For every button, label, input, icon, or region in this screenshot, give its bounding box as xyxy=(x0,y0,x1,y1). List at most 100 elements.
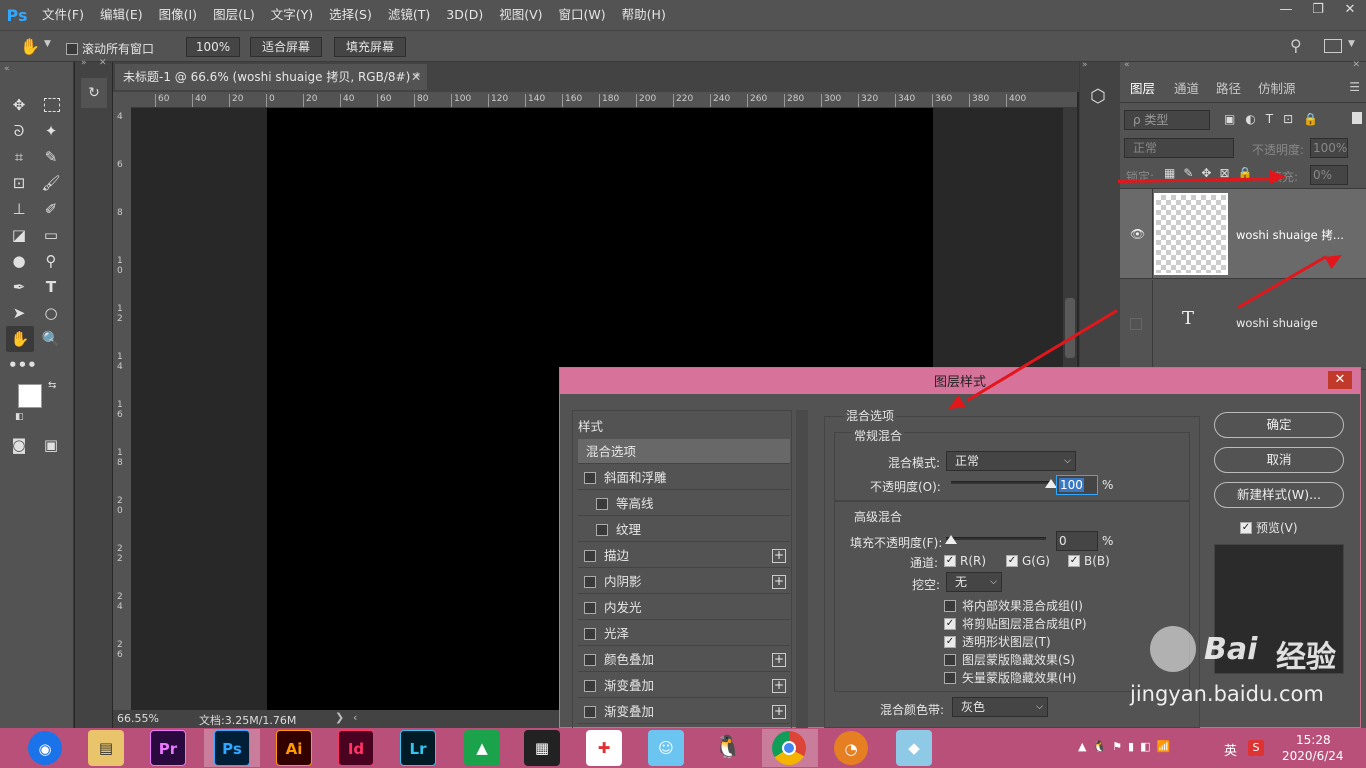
patch-tool-icon[interactable]: ⊡ xyxy=(8,172,30,194)
blend-option-checkbox[interactable]: 图层蒙版隐藏效果(S) xyxy=(944,651,1075,668)
menu-item[interactable]: 文件(F) xyxy=(34,0,92,30)
file-explorer-icon[interactable]: ▤ xyxy=(88,730,124,766)
fill-field[interactable]: 0% xyxy=(1310,165,1348,185)
dialog-close-button[interactable]: ✕ xyxy=(1328,371,1352,389)
workspace-chevron-icon[interactable]: ▼ xyxy=(1348,39,1355,49)
panel-menu-icon[interactable]: ☰ xyxy=(1349,80,1360,94)
menu-item[interactable]: 帮助(H) xyxy=(614,0,674,30)
ellipse-tool-icon[interactable]: ○ xyxy=(40,302,62,324)
blur-icon[interactable]: ● xyxy=(8,250,30,272)
status-arrow-icon[interactable]: ❯ xyxy=(335,711,344,724)
menu-item[interactable]: 滤镜(T) xyxy=(380,0,438,30)
add-effect-icon[interactable]: + xyxy=(772,575,786,589)
checkbox-icon[interactable] xyxy=(596,524,608,536)
style-item[interactable]: 渐变叠加 + xyxy=(578,673,790,698)
hand-tool-icon[interactable]: ✋ xyxy=(20,37,40,56)
move-tool-icon[interactable]: ✥ xyxy=(8,94,30,116)
styles-scrollbar[interactable] xyxy=(796,410,808,730)
mini-close-icon[interactable]: ✕ xyxy=(99,58,107,68)
blend-option-checkbox[interactable]: ✓ 透明形状图层(T) xyxy=(944,633,1051,650)
more-tools-icon[interactable]: ••• xyxy=(8,354,37,376)
add-effect-icon[interactable]: + xyxy=(772,549,786,563)
preview-checkbox[interactable]: ✓ 预览(V) xyxy=(1240,519,1298,536)
checkbox-icon[interactable] xyxy=(584,576,596,588)
style-item[interactable]: 等高线 xyxy=(578,491,790,516)
video-editor-icon[interactable]: ▦ xyxy=(524,730,560,766)
panel-collapse-icon[interactable]: « xyxy=(1124,60,1130,70)
dodge-icon[interactable]: ⚲ xyxy=(40,250,62,272)
fit-screen-button[interactable]: 适合屏幕 xyxy=(250,37,322,57)
checkbox-icon[interactable] xyxy=(584,706,596,718)
channel-g-checkbox[interactable]: ✓ G(G) xyxy=(1006,554,1050,568)
zoom-tool-icon[interactable]: 🔍 xyxy=(40,328,62,350)
swap-colors-icon[interactable]: ⇆ xyxy=(48,380,56,391)
tab-clone-source[interactable]: 仿制源 xyxy=(1248,76,1306,102)
checkbox-icon[interactable] xyxy=(584,654,596,666)
search-icon[interactable]: ⚲ xyxy=(1290,36,1302,55)
tray-icons[interactable]: ▲🐧⚑▮◧📶 xyxy=(1078,740,1176,753)
knockout-select[interactable]: 无 ⌵ xyxy=(946,572,1002,592)
style-item[interactable]: 渐变叠加 + xyxy=(578,699,790,724)
layer-filter-select[interactable]: ρ 类型 xyxy=(1124,110,1210,130)
checkbox-icon[interactable]: ✓ xyxy=(1068,555,1080,567)
lightroom-icon[interactable]: Lr xyxy=(400,730,436,766)
checkbox-icon[interactable]: ✓ xyxy=(1006,555,1018,567)
tab-close-icon[interactable]: ✕ xyxy=(411,64,421,90)
eyedropper-icon[interactable]: ✎ xyxy=(40,146,62,168)
add-effect-icon[interactable]: + xyxy=(772,705,786,719)
chat-app-icon[interactable]: ☺ xyxy=(648,730,684,766)
menu-item[interactable]: 窗口(W) xyxy=(551,0,614,30)
cancel-button[interactable]: 取消 xyxy=(1214,447,1344,473)
menu-item[interactable]: 3D(D) xyxy=(438,0,491,30)
expand-icon[interactable]: » xyxy=(81,58,87,68)
menu-item[interactable]: 编辑(E) xyxy=(92,0,151,30)
zoom-status[interactable]: 66.55% xyxy=(117,712,159,725)
checkbox-icon[interactable] xyxy=(944,653,956,666)
history-icon[interactable]: ↻ xyxy=(81,78,107,108)
filter-icons[interactable]: ▣◐T⊡🔒 xyxy=(1224,112,1328,126)
qq-icon[interactable]: 🐧 xyxy=(710,730,746,766)
ime-indicator[interactable]: 英 xyxy=(1224,740,1237,759)
opacity-input[interactable]: 100 xyxy=(1056,475,1098,495)
opacity-slider[interactable] xyxy=(951,481,1051,484)
hscroll-left-icon[interactable]: ‹ xyxy=(353,711,357,724)
photoshop-icon[interactable]: Ps xyxy=(214,730,250,766)
marquee-tool-icon[interactable] xyxy=(44,98,60,112)
clock-date[interactable]: 2020/6/24 xyxy=(1282,749,1344,763)
clock-time[interactable]: 15:28 xyxy=(1296,733,1331,747)
style-item[interactable]: 混合选项 xyxy=(578,439,790,464)
close-button[interactable]: ✕ xyxy=(1334,0,1366,22)
checkbox-icon[interactable] xyxy=(584,680,596,692)
pen-tool-icon[interactable]: ✒ xyxy=(8,276,30,298)
minimize-button[interactable]: — xyxy=(1270,0,1302,22)
style-item[interactable]: 内发光 xyxy=(578,595,790,620)
strip-collapse-icon[interactable]: » xyxy=(1082,60,1088,70)
blend-option-checkbox[interactable]: 将内部效果混合成组(I) xyxy=(944,597,1083,614)
style-item[interactable]: 纹理 xyxy=(578,517,790,542)
checkbox-icon[interactable] xyxy=(944,671,956,684)
style-item[interactable]: 描边 + xyxy=(578,543,790,568)
text-layer-icon[interactable]: T xyxy=(1182,308,1194,329)
fill-screen-button[interactable]: 填充屏幕 xyxy=(334,37,406,57)
layer-row-text[interactable]: T woshi shuaige xyxy=(1120,280,1366,370)
checkbox-icon[interactable] xyxy=(584,628,596,640)
foreground-color-swatch[interactable] xyxy=(18,384,42,408)
illustrator-icon[interactable]: Ai xyxy=(276,730,312,766)
visibility-toggle[interactable] xyxy=(1130,318,1142,330)
scrollbar-thumb[interactable] xyxy=(1065,298,1075,358)
channel-r-checkbox[interactable]: ✓ R(R) xyxy=(944,554,986,568)
checkbox-icon[interactable] xyxy=(584,602,596,614)
blend-option-checkbox[interactable]: 矢量蒙版隐藏效果(H) xyxy=(944,669,1076,686)
sogou-icon[interactable]: S xyxy=(1248,740,1264,756)
checkbox-icon[interactable]: ✓ xyxy=(1240,521,1252,534)
menu-item[interactable]: 文字(Y) xyxy=(263,0,321,30)
fill-slider-thumb[interactable] xyxy=(945,535,957,544)
collapse-icon[interactable]: « xyxy=(4,64,10,74)
firefox-icon[interactable]: ◔ xyxy=(834,731,868,765)
blend-if-select[interactable]: 灰色 ⌵ xyxy=(952,697,1048,717)
style-item[interactable]: 光泽 xyxy=(578,621,790,646)
path-select-icon[interactable]: ➤ xyxy=(8,302,30,324)
checkbox-icon[interactable] xyxy=(596,498,608,510)
chevron-down-icon[interactable]: ▼ xyxy=(44,39,51,49)
fill-opacity-input[interactable]: 0 xyxy=(1056,531,1098,551)
